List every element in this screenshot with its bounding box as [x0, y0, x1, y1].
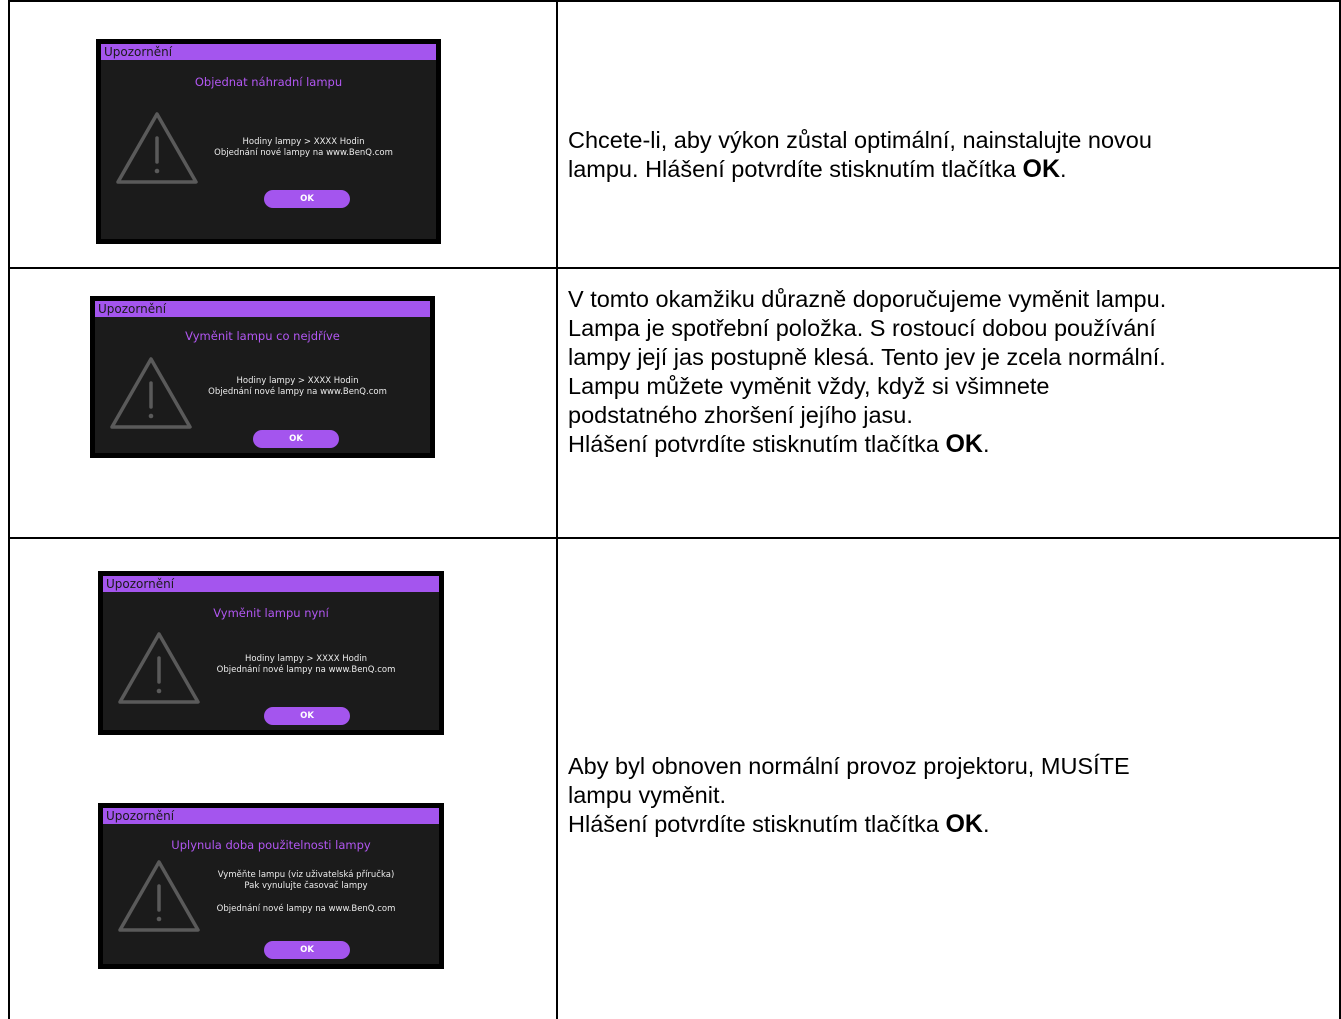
ok-keyword: OK [1022, 155, 1061, 183]
warning-triangle-icon [118, 860, 200, 932]
description-period: . [982, 811, 990, 837]
dialog-title: Uplynula doba použitelnosti lampy [171, 838, 371, 852]
description-text: Hlášení potvrdíte stisknutím tlačítka [568, 431, 946, 457]
ok-button[interactable]: OK [253, 430, 339, 448]
ok-keyword: OK [945, 430, 983, 458]
description-period: . [982, 431, 990, 457]
dialog-header: Upozornění [95, 301, 430, 317]
dialog-line: Hodiny lampy > XXXX Hodin [242, 137, 365, 147]
description-line: V tomto okamžiku důrazně doporučujeme vy… [568, 286, 1167, 312]
table-border-left [8, 0, 10, 1019]
dialog-line: Objednání nové lampy na www.BenQ.com [216, 665, 396, 675]
description-line: Aby byl obnoven normální provoz projekto… [568, 753, 1130, 779]
dialog-line: Objednání nové lampy na www.BenQ.com [214, 148, 393, 158]
dialog-line: Vyměňte lampu (viz uživatelská příručka) [217, 870, 395, 880]
column-divider [556, 0, 558, 1019]
row-divider-1 [8, 267, 1341, 269]
description-line: lampu. Hlášení potvrdíte stisknutím tlač… [568, 155, 1338, 184]
table-border-top [8, 0, 1341, 2]
description-line: lampy její jas postupně klesá. Tento jev… [568, 344, 1166, 370]
description-text: Hlášení potvrdíte stisknutím tlačítka [568, 811, 946, 837]
row-description: V tomto okamžiku důrazně doporučujeme vy… [568, 285, 1338, 459]
description-line: Lampu můžete vyměnit vždy, když si všimn… [568, 373, 1050, 399]
dialog-title: Vyměnit lampu co nejdříve [185, 329, 340, 343]
dialog-line: Objednání nové lampy na www.BenQ.com [216, 904, 396, 914]
dialog-header: Upozornění [103, 808, 439, 824]
description-line: podstatného zhoršení jejího jasu. [568, 402, 913, 428]
row-description: Aby byl obnoven normální provoz projekto… [568, 752, 1338, 839]
warning-dialog: Upozornění Vyměnit lampu nyní Hodiny lam… [98, 571, 444, 735]
description-text: lampu. Hlášení potvrdíte stisknutím tlač… [568, 156, 1023, 182]
dialog-header: Upozornění [101, 44, 436, 60]
dialog-title: Objednat náhradní lampu [194, 75, 343, 89]
ok-button[interactable]: OK [264, 707, 350, 725]
description-line: Hlášení potvrdíte stisknutím tlačítka OK… [568, 430, 1338, 459]
dialog-line: Pak vynulujte časovač lampy [244, 881, 368, 891]
ok-keyword: OK [945, 810, 983, 838]
dialog-header: Upozornění [103, 576, 439, 592]
warning-dialog: Upozornění Objednat náhradní lampu Hodin… [96, 39, 441, 244]
dialog-line: Hodiny lampy > XXXX Hodin [244, 654, 367, 664]
description-line: lampu vyměnit. [568, 782, 727, 808]
warning-dialog: Upozornění Vyměnit lampu co nejdříve Hod… [90, 296, 435, 458]
ok-button[interactable]: OK [264, 190, 350, 208]
dialog-line: Objednání nové lampy na www.BenQ.com [208, 387, 387, 397]
description-line: Hlášení potvrdíte stisknutím tlačítka OK… [568, 810, 1338, 839]
row-description: Chcete-li, aby výkon zůstal optimální, n… [568, 126, 1338, 184]
description-line: Chcete-li, aby výkon zůstal optimální, n… [568, 127, 1152, 153]
warning-dialog: Upozornění Uplynula doba použitelnosti l… [98, 803, 444, 969]
dialog-title: Vyměnit lampu nyní [213, 606, 329, 620]
description-period: . [1060, 156, 1067, 182]
description-line: Lampa je spotřební položka. S rostoucí d… [568, 315, 1156, 341]
dialog-line: Hodiny lampy > XXXX Hodin [236, 376, 359, 386]
row-divider-2 [8, 537, 1341, 539]
ok-button[interactable]: OK [264, 941, 350, 959]
